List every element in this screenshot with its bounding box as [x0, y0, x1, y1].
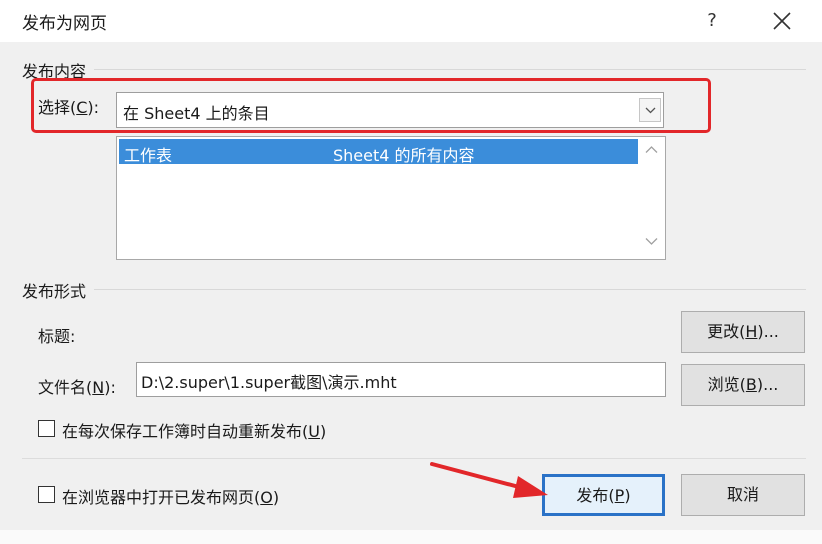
background-strip — [0, 530, 822, 544]
annotation-arrow — [430, 462, 548, 498]
